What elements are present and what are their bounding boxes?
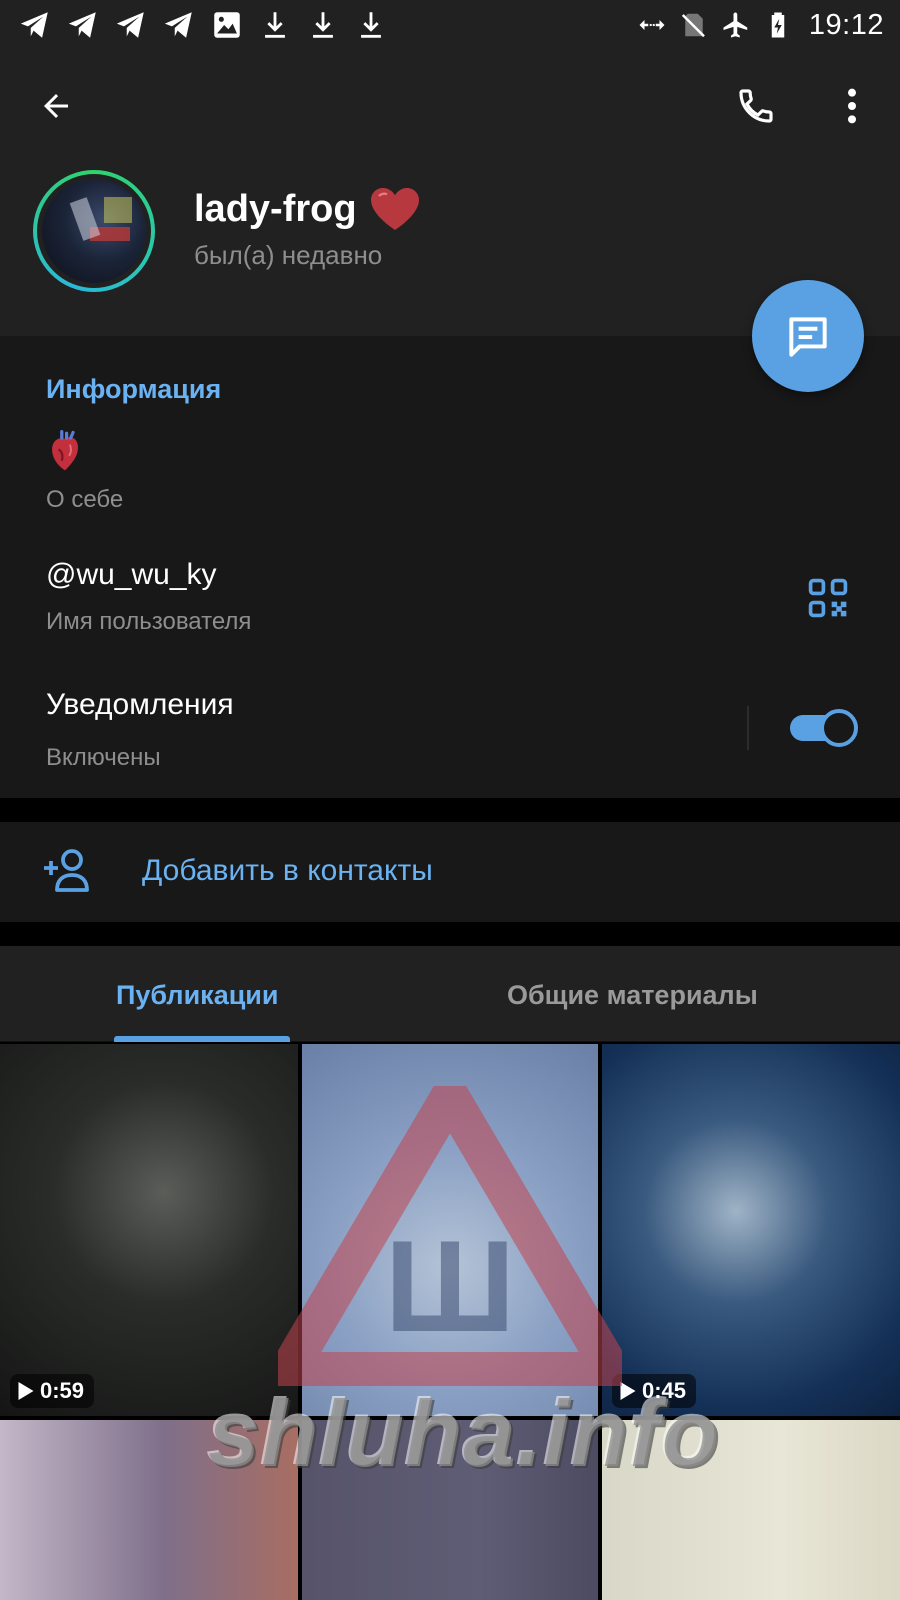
media-tabs: Публикации Общие материалы — [0, 946, 900, 1042]
video-duration: 0:59 — [40, 1378, 85, 1403]
download-icon — [265, 12, 285, 38]
notification-icons — [18, 8, 388, 42]
profile-header: lady-frog был(а) недавно — [0, 50, 900, 336]
profile-name-text: lady-frog — [194, 187, 357, 230]
qr-code-icon[interactable] — [806, 576, 850, 620]
tab-shared-media[interactable]: Общие материалы — [507, 980, 758, 1011]
tab-posts[interactable]: Публикации — [116, 980, 279, 1011]
video-duration-badge: 0:59 — [10, 1374, 95, 1408]
airplane-icon — [723, 12, 748, 38]
username[interactable]: @wu_wu_ky — [46, 558, 217, 592]
more-vertical-icon — [848, 88, 856, 124]
notifications-title[interactable]: Уведомления — [46, 688, 234, 722]
download-icon — [361, 12, 381, 38]
arrow-left-icon — [44, 94, 68, 118]
more-options-button[interactable] — [826, 76, 878, 136]
divider — [747, 706, 749, 750]
notifications-status: Включены — [46, 744, 161, 771]
heart-emoji-icon — [370, 188, 419, 230]
active-tab-indicator — [114, 1036, 290, 1042]
watermark-sign-icon: Ш — [278, 1086, 622, 1386]
telegram-icon — [68, 12, 96, 38]
telegram-icon — [116, 12, 144, 38]
add-contact-label: Добавить в контакты — [142, 854, 433, 887]
add-contact-row[interactable]: Добавить в контакты — [0, 822, 900, 922]
telegram-icon — [20, 12, 48, 38]
username-label: Имя пользователя — [46, 608, 252, 635]
notifications-toggle[interactable] — [790, 709, 858, 747]
send-message-button[interactable] — [752, 280, 864, 392]
last-seen-status: был(а) недавно — [194, 240, 383, 270]
avatar[interactable] — [33, 170, 155, 292]
call-button[interactable] — [730, 76, 782, 136]
no-sim-icon — [681, 13, 705, 38]
back-button[interactable] — [30, 80, 82, 132]
profile-name: lady-frog — [194, 186, 421, 232]
info-section: Информация О себе @wu_wu_ky Имя пользова… — [0, 336, 900, 798]
clock: 19:12 — [808, 8, 884, 41]
add-user-icon — [44, 849, 89, 892]
download-icon — [313, 12, 333, 38]
watermark-text: shluha.info — [207, 1381, 721, 1486]
info-section-title: Информация — [46, 374, 222, 404]
system-icons: 19:12 — [637, 8, 884, 42]
media-item[interactable]: 0:45 — [602, 1044, 900, 1416]
avatar-image — [42, 179, 146, 283]
message-icon — [789, 317, 827, 357]
watermark-sign-letter: Ш — [385, 1213, 516, 1359]
status-bar: 19:12 — [0, 0, 900, 50]
media-item[interactable]: 0:59 — [0, 1044, 298, 1416]
anatomical-heart-icon — [52, 430, 79, 471]
play-icon — [18, 1382, 34, 1400]
image-icon — [214, 12, 240, 38]
bio-label: О себе — [46, 486, 124, 513]
battery-charging-icon — [771, 12, 785, 38]
telegram-icon — [164, 12, 192, 38]
phone-icon — [739, 89, 773, 123]
data-saver-icon — [639, 20, 665, 30]
